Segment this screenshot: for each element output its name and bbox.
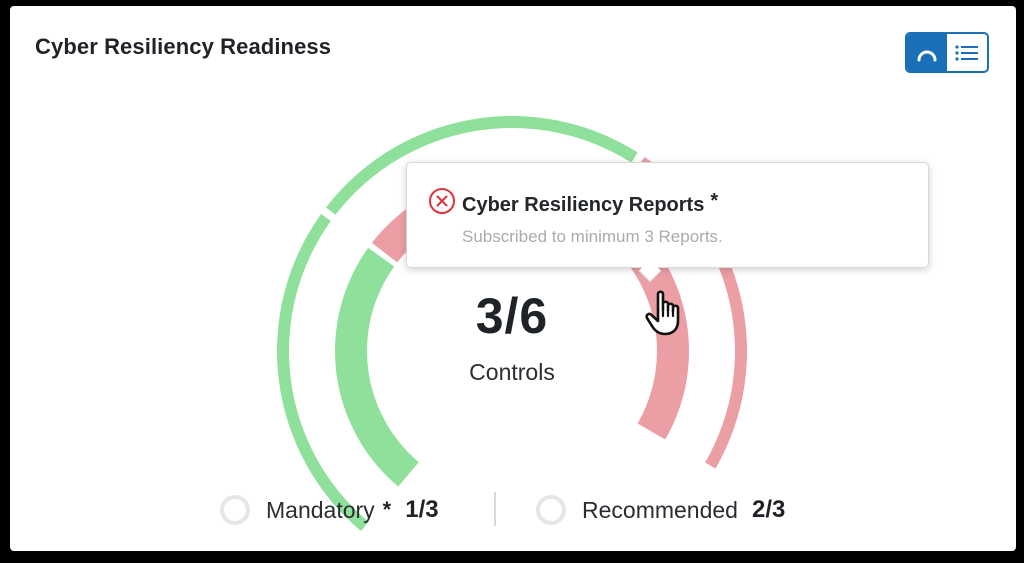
legend-mandatory-marker: * (382, 497, 392, 522)
controls-gauge (277, 115, 748, 532)
legend-mandatory-value: 1/3 (405, 496, 439, 523)
control-tooltip: Cyber Resiliency Reports * Subscribed to … (406, 162, 929, 283)
legend-mandatory-label: Mandatory (266, 496, 375, 523)
recommended-progress-ring-icon (536, 495, 566, 525)
tooltip-description: Subscribed to minimum 3 Reports. (462, 227, 723, 246)
legend: Mandatory * 1/3 Recommended 2/3 (10, 490, 1016, 530)
inner-ring-segment-1[interactable] (334, 247, 419, 487)
legend-mandatory: Mandatory * 1/3 (218, 490, 439, 530)
legend-divider (494, 492, 496, 526)
error-circle-icon (429, 188, 455, 214)
tooltip-title-text: Cyber Resiliency Reports (462, 194, 705, 216)
gauge-label: Controls (469, 359, 555, 385)
tooltip-required-marker: * (710, 190, 719, 212)
legend-recommended: Recommended 2/3 (534, 490, 785, 530)
legend-recommended-value: 2/3 (751, 496, 786, 523)
gauge-value: 3/6 (475, 288, 549, 344)
tooltip-title: Cyber Resiliency Reports * (462, 190, 718, 217)
readiness-card: Cyber Resiliency Readiness 3/6 Controls (10, 6, 1016, 551)
mandatory-progress-ring-icon (220, 495, 250, 525)
legend-recommended-label: Recommended (582, 496, 738, 523)
hand-pointer-icon (645, 290, 680, 336)
